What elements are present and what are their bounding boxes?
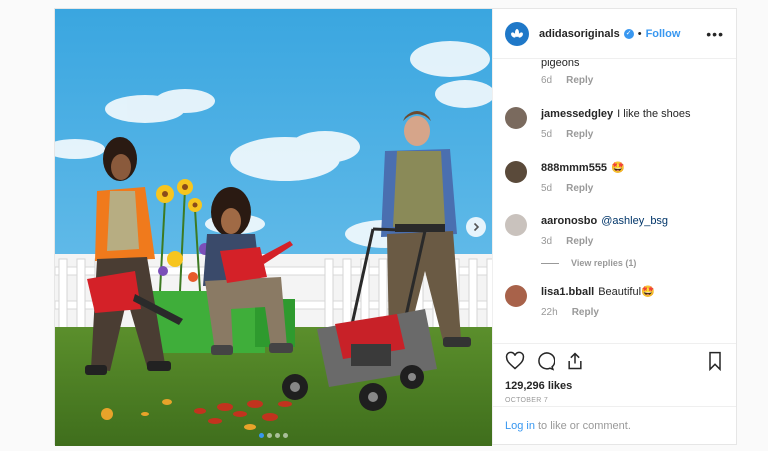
view-replies-button[interactable]: View replies (1) [541, 258, 636, 268]
post-actions: 129,296 likes OCTOBER 7 [493, 343, 736, 406]
comment-time[interactable]: 3d [541, 236, 552, 247]
carousel-dot [267, 433, 272, 438]
user-avatar[interactable] [505, 285, 527, 307]
carousel-next-button[interactable] [466, 217, 486, 237]
share-icon[interactable] [565, 351, 585, 376]
comment-time[interactable]: 5d [541, 129, 552, 140]
comment-username[interactable]: aaronosbo [541, 215, 597, 227]
reply-button[interactable]: Reply [566, 129, 593, 140]
reply-button[interactable]: Reply [566, 236, 593, 247]
reply-button[interactable]: Reply [572, 307, 599, 318]
view-replies-label: View replies (1) [571, 258, 637, 268]
bookmark-icon[interactable] [706, 351, 724, 376]
login-prompt-text: to like or comment. [537, 419, 631, 432]
more-options-icon[interactable]: ••• [706, 26, 724, 42]
comment-text: 🤩 [611, 162, 625, 174]
instagram-post: adidasoriginals ✓ • Follow ••• pigeons 6… [54, 8, 737, 446]
user-avatar[interactable] [505, 161, 527, 183]
comment-username[interactable]: lisa1.bball [541, 286, 594, 298]
comment-username[interactable]: jamessedgley [541, 108, 613, 120]
chevron-right-icon [471, 222, 481, 232]
post-media[interactable] [55, 9, 492, 446]
post-header: adidasoriginals ✓ • Follow ••• [493, 9, 736, 59]
user-avatar[interactable] [505, 214, 527, 236]
reply-button[interactable]: Reply [566, 183, 593, 194]
verified-badge-icon: ✓ [623, 28, 634, 39]
post-date[interactable]: OCTOBER 7 [505, 397, 724, 404]
follow-button[interactable]: Follow [646, 28, 681, 40]
comment-item: lisa1.bball Beautiful🤩 22h Reply [505, 285, 724, 318]
carousel-dot [275, 433, 280, 438]
comment-item: jamessedgley I like the shoes 5d Reply [505, 107, 724, 140]
post-author-username[interactable]: adidasoriginals [539, 28, 620, 40]
brand-avatar[interactable] [505, 21, 529, 46]
comment-text: I like the shoes [617, 108, 691, 120]
carousel-dot [283, 433, 288, 438]
carousel-indicator [55, 433, 492, 438]
heart-icon[interactable] [505, 351, 525, 376]
carousel-dot-active [259, 433, 264, 438]
post-sidebar: adidasoriginals ✓ • Follow ••• pigeons 6… [492, 9, 736, 444]
comment-time[interactable]: 6d [541, 75, 552, 86]
comment-item: aaronosbo @ashley_bsg 3d Reply [505, 214, 724, 247]
replies-divider [541, 262, 559, 264]
likes-count[interactable]: 129,296 likes [505, 380, 724, 392]
comment-icon[interactable] [535, 351, 556, 376]
comment-text: pigeons [541, 59, 580, 69]
comment-item: 888mmm555 🤩 5d Reply [505, 161, 724, 194]
separator-dot: • [637, 27, 642, 40]
reply-button[interactable]: Reply [566, 75, 593, 86]
comment-mention[interactable]: @ashley_bsg [601, 215, 668, 227]
truncated-comment: pigeons 6d Reply [541, 59, 593, 86]
comment-text: Beautiful🤩 [598, 286, 655, 298]
comment-time[interactable]: 22h [541, 307, 558, 318]
user-avatar[interactable] [505, 107, 527, 129]
post-photo [55, 9, 492, 446]
login-prompt: Log in to like or comment. [493, 406, 736, 444]
adidas-trefoil-logo [511, 28, 523, 38]
comment-username[interactable]: 888mmm555 [541, 162, 607, 174]
login-link[interactable]: Log in [505, 420, 535, 432]
comment-time[interactable]: 5d [541, 183, 552, 194]
comments-list[interactable]: pigeons 6d Reply jamessedgley I like the … [493, 59, 736, 343]
